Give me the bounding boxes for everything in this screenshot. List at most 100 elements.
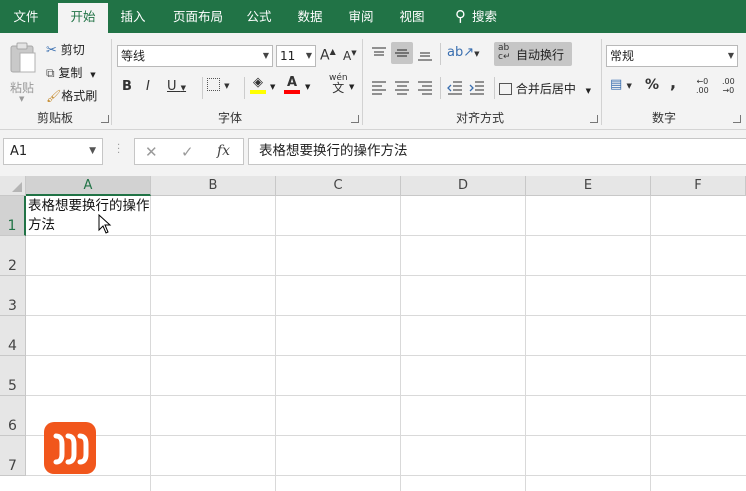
decrease-indent-icon[interactable] [446,79,464,97]
chevron-down-icon[interactable]: ▼ [270,83,275,91]
merge-center-button[interactable]: 合并后居中 ▼ [499,80,591,97]
column-header-e[interactable]: E [526,176,651,196]
orientation-button[interactable]: ab↗▼ [447,45,480,60]
row-header-5[interactable]: 5 [0,356,26,396]
tell-me-search[interactable]: ⚲ 搜索 [446,0,506,33]
grid-line [26,275,746,276]
row-header-7[interactable]: 7 [0,436,26,476]
percent-button[interactable]: % [645,77,659,93]
increase-decimal-button[interactable]: ←0.00 [696,77,709,95]
comma-style-button[interactable]: , [670,73,676,92]
group-separator [362,39,363,125]
chevron-down-icon: ▼ [19,95,25,103]
font-launcher-icon[interactable] [351,115,359,123]
align-right-icon[interactable] [416,79,434,97]
vertical-dots-icon: · · · [117,140,121,159]
chevron-down-icon: ▼ [224,82,230,90]
merge-cells-icon [499,83,512,95]
tab-data[interactable]: 数据 [289,0,331,33]
phonetic-button[interactable]: wén 文 [329,73,348,95]
chevron-down-icon: ▼ [89,146,96,156]
watermark-logo [44,422,96,474]
chevron-down-icon: ▼ [727,51,734,60]
wrap-text-button[interactable]: ab c↵ 自动换行 [494,42,572,66]
font-size-combo[interactable]: 11 ▼ [276,45,316,67]
currency-icon: ▤ [610,77,623,92]
scissors-icon: ✂ [46,43,57,58]
middle-align-button[interactable] [391,42,413,64]
chevron-down-icon: ▼ [262,51,269,60]
borders-button[interactable]: ▼ [207,77,230,92]
merge-center-label: 合并后居中 [515,82,576,96]
row-header-4[interactable]: 4 [0,316,26,356]
font-color-swatch [284,90,300,94]
mouse-cursor-icon [98,214,112,234]
grid-line [525,196,526,491]
column-header-b[interactable]: B [151,176,276,196]
number-format-combo[interactable]: 常规 ▼ [606,45,738,67]
tab-view[interactable]: 视图 [391,0,433,33]
divider [202,77,203,99]
ribbon-tab-bar: 文件 开始 插入 页面布局 公式 数据 审阅 视图 ⚲ 搜索 [0,0,746,33]
fill-color-swatch [250,90,266,94]
clipboard-group-label: 剪贴板 [36,111,73,125]
logo-icon [53,433,89,465]
font-color-button[interactable]: A [284,75,300,94]
enter-check-icon[interactable]: ✓ [181,143,194,161]
format-painter-button[interactable]: 🖌格式刷 [46,87,97,104]
underline-button[interactable]: U ▼ [167,79,186,94]
align-center-icon[interactable] [393,79,411,97]
accounting-format-button[interactable]: ▤ ▼ [610,77,632,92]
chevron-down-icon[interactable]: ▼ [305,83,310,91]
wrap-text-label: 自动换行 [516,48,565,62]
increase-indent-icon[interactable] [468,79,486,97]
top-align-icon[interactable] [370,45,388,63]
column-header-d[interactable]: D [401,176,526,196]
align-left-icon[interactable] [370,79,388,97]
paste-button[interactable]: 粘贴 ▼ [6,39,40,103]
font-name-combo[interactable]: 等线 ▼ [117,45,273,67]
row-header-1[interactable]: 1 [0,196,26,236]
column-header-a[interactable]: A [26,176,151,196]
decrease-font-size-button[interactable]: A▼ [343,49,357,63]
row-header-6[interactable]: 6 [0,396,26,436]
decrease-decimal-button[interactable]: .00 →0 [722,77,735,95]
tab-formulas[interactable]: 公式 [238,0,280,33]
chevron-down-icon[interactable]: ▼ [349,83,354,91]
grid-line [26,475,746,476]
tab-insert[interactable]: 插入 [112,0,154,33]
number-launcher-icon[interactable] [733,115,741,123]
italic-button[interactable]: I [146,79,150,94]
phonetic-char: 文 [332,81,345,95]
copy-icon: ⧉ [46,66,55,80]
bottom-align-icon[interactable] [416,45,434,63]
name-box[interactable]: A1 ▼ [3,138,103,165]
column-header-f[interactable]: F [651,176,746,196]
bold-button[interactable]: B [122,79,132,94]
tab-page-layout[interactable]: 页面布局 [162,0,234,33]
cell-a1[interactable]: 表格想要换行的操作方法 [27,197,151,236]
tab-review[interactable]: 审阅 [340,0,382,33]
grid-line [275,196,276,491]
copy-label: 复制 [58,66,83,80]
column-header-c[interactable]: C [276,176,401,196]
tab-home[interactable]: 开始 [58,3,108,33]
group-separator [111,39,112,125]
cancel-icon[interactable]: ✕ [145,143,158,161]
row-header-3[interactable]: 3 [0,276,26,316]
formula-input[interactable]: 表格想要换行的操作方法 [248,138,746,165]
search-label: 搜索 [471,9,497,24]
paintbrush-icon: 🖌 [46,89,62,103]
row-header-2[interactable]: 2 [0,236,26,276]
copy-button[interactable]: ⧉ 复制 ▼ [46,64,96,81]
grid-line [150,196,151,491]
cut-button[interactable]: ✂ 剪切 [46,41,85,58]
tab-file[interactable]: 文件 [0,0,52,33]
insert-function-icon[interactable]: fx [217,143,230,159]
search-icon: ⚲ [454,7,466,25]
alignment-launcher-icon[interactable] [590,115,598,123]
clipboard-launcher-icon[interactable] [101,115,109,123]
fill-color-button[interactable]: ◈ [250,75,266,94]
increase-font-size-button[interactable]: A▲ [320,47,336,64]
select-all-corner[interactable] [0,176,26,196]
